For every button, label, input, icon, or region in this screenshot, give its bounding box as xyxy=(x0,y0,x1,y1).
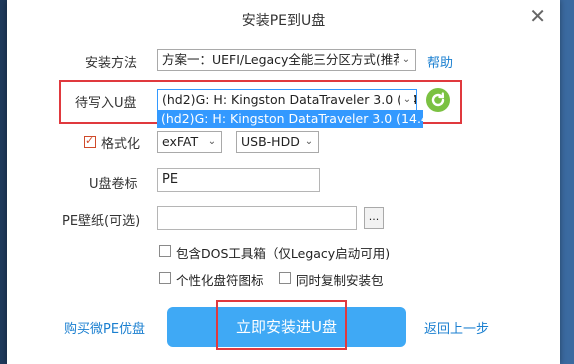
volume-label: U盘卷标 xyxy=(89,177,138,192)
custom-icon-checkbox[interactable] xyxy=(159,272,171,284)
method-label: 安装方法 xyxy=(85,56,138,71)
custom-icon-label: 个性化盘符图标 xyxy=(176,273,264,288)
format-label: 格式化 xyxy=(101,137,141,152)
volume-input[interactable]: PE xyxy=(157,168,320,192)
method-select[interactable]: 方案一：UEFI/Legacy全能三分区方式(推荐) ⌄ xyxy=(157,49,416,71)
copy-package-label: 同时复制安装包 xyxy=(296,273,384,288)
chevron-down-icon: ⌄ xyxy=(205,132,219,152)
filesystem-select[interactable]: exFAT ⌄ xyxy=(157,131,222,153)
method-select-value: 方案一：UEFI/Legacy全能三分区方式(推荐) xyxy=(162,52,411,67)
boot-mode-value: USB-HDD xyxy=(241,134,300,149)
boot-mode-select[interactable]: USB-HDD ⌄ xyxy=(236,131,319,153)
dos-toolbox-checkbox[interactable] xyxy=(159,245,171,257)
install-highlight-box xyxy=(216,300,347,350)
target-drive-option[interactable]: (hd2)G: H: Kingston DataTraveler 3.0 (14… xyxy=(157,110,423,128)
format-checkbox[interactable] xyxy=(84,134,96,148)
wallpaper-input[interactable] xyxy=(157,206,357,230)
refresh-button[interactable] xyxy=(426,88,450,112)
filesystem-value: exFAT xyxy=(162,134,199,149)
back-link[interactable]: 返回上一步 xyxy=(424,318,489,337)
dialog-title: 安装PE到U盘 xyxy=(241,13,326,29)
target-label: 待写入U盘 xyxy=(75,96,137,111)
chevron-down-icon: ⌄ xyxy=(399,50,413,70)
dos-toolbox-label: 包含DOS工具箱（仅Legacy启动可用) xyxy=(176,246,391,261)
chevron-down-icon: ⌄ xyxy=(400,90,414,110)
target-drive-value: (hd2)G: H: Kingston DataTraveler 3.0 (14… xyxy=(162,92,417,107)
chevron-down-icon: ⌄ xyxy=(302,132,316,152)
install-dialog: 安装PE到U盘 ✕ 安装方法 方案一：UEFI/Legacy全能三分区方式(推荐… xyxy=(7,0,560,364)
browse-button[interactable]: ... xyxy=(364,207,384,229)
target-drive-select[interactable]: (hd2)G: H: Kingston DataTraveler 3.0 (14… xyxy=(157,89,417,111)
help-link[interactable]: 帮助 xyxy=(427,52,453,71)
buy-usb-link[interactable]: 购买微PE优盘 xyxy=(64,318,145,337)
refresh-icon xyxy=(431,92,445,107)
close-icon[interactable]: ✕ xyxy=(529,6,546,26)
wallpaper-label: PE壁纸(可选) xyxy=(62,214,141,229)
copy-package-checkbox[interactable] xyxy=(279,272,291,284)
